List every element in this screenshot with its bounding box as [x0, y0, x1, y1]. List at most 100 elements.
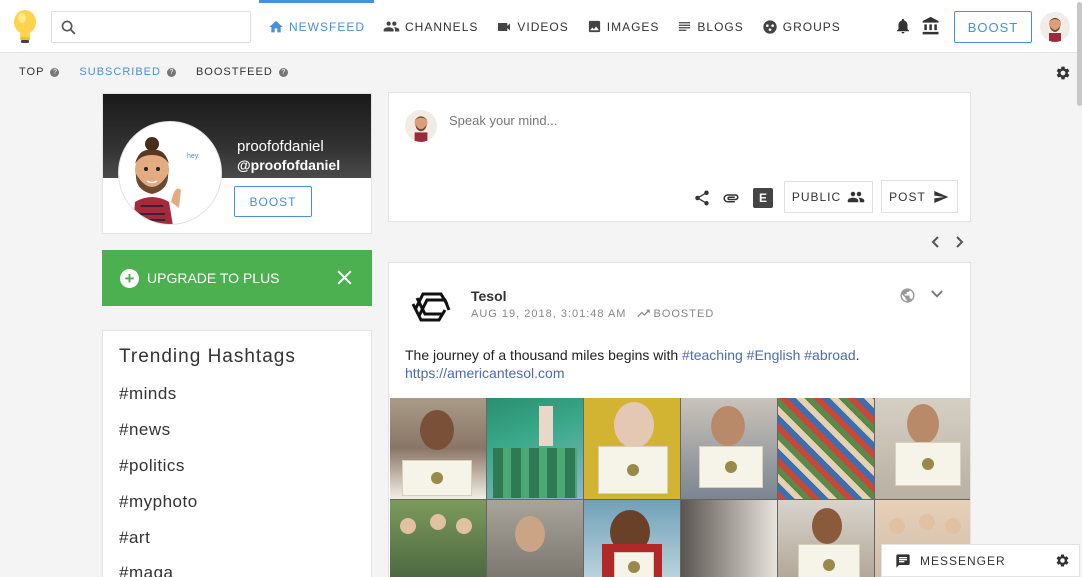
trending-hashtags-panel: Trending Hashtags #minds #news #politics… — [102, 330, 372, 577]
hashtag-item[interactable]: #myphoto — [119, 492, 198, 512]
gallery-photo[interactable] — [681, 500, 777, 577]
tab-subscribed[interactable]: SUBSCRIBED ? — [79, 66, 176, 78]
minds-logo-icon[interactable] — [10, 8, 40, 46]
messenger-label: MESSENGER — [920, 553, 1006, 568]
attachment-icon[interactable] — [721, 189, 741, 207]
search-input[interactable] — [86, 16, 246, 38]
gallery-photo[interactable] — [390, 500, 486, 577]
trending-up-icon — [637, 309, 651, 318]
tab-top[interactable]: TOP ? — [19, 66, 60, 78]
post-link[interactable]: https://americantesol.com — [405, 364, 955, 382]
nav-channels[interactable]: CHANNELS — [374, 0, 487, 53]
nav-videos[interactable]: VIDEOS — [487, 0, 577, 53]
send-icon — [934, 190, 949, 203]
help-icon[interactable]: ? — [278, 67, 288, 77]
avatar-caption: hey. — [187, 153, 200, 160]
nav-blogs-label: BLOGS — [697, 19, 744, 34]
post-label: POST — [889, 189, 926, 204]
gallery-photo[interactable] — [875, 398, 970, 499]
hashtag-item[interactable]: #politics — [119, 456, 185, 476]
post-body: The journey of a thousand miles begins w… — [405, 346, 955, 382]
chevron-down-icon[interactable] — [928, 285, 946, 303]
nav-videos-label: VIDEOS — [517, 19, 569, 34]
boost-button[interactable]: BOOST — [954, 11, 1032, 43]
visibility-public-button[interactable]: PUBLIC — [784, 181, 873, 213]
hashtag-item[interactable]: #minds — [119, 384, 177, 404]
nav-newsfeed[interactable]: NEWSFEED — [259, 0, 375, 53]
top-bar: NEWSFEED CHANNELS VIDEOS IMAGES BLOGS GR… — [0, 0, 1082, 53]
page-scrollbar[interactable] — [1077, 2, 1082, 106]
upgrade-to-plus-banner[interactable]: + UPGRADE TO PLUS — [102, 250, 372, 306]
chevron-left-icon[interactable] — [930, 235, 942, 249]
hashtag-item[interactable]: #news — [119, 420, 171, 440]
hashtag-item[interactable]: #art — [119, 528, 150, 548]
visibility-label: PUBLIC — [791, 190, 842, 204]
profile-boost-button[interactable]: BOOST — [234, 186, 312, 217]
video-icon — [498, 22, 511, 31]
profile-avatar-image-icon: hey. — [133, 137, 200, 224]
composer-avatar — [405, 110, 437, 142]
home-icon — [269, 20, 283, 32]
chat-icon — [896, 553, 910, 568]
gallery-photo[interactable] — [681, 398, 777, 499]
gallery-photo[interactable] — [487, 500, 583, 577]
tab-boostfeed[interactable]: BOOSTFEED ? — [196, 66, 288, 78]
globe-icon — [900, 288, 915, 303]
help-icon[interactable]: ? — [50, 67, 60, 77]
gallery-photo[interactable] — [584, 398, 680, 499]
user-avatar[interactable] — [1040, 12, 1070, 42]
search-box[interactable] — [51, 11, 251, 43]
nav-images-label: IMAGES — [606, 19, 660, 34]
messenger-bar[interactable]: MESSENGER — [881, 544, 1080, 577]
settings-gear-icon[interactable] — [1055, 65, 1071, 81]
share-icon[interactable] — [693, 189, 711, 207]
submit-post-button[interactable]: POST — [881, 180, 958, 213]
user-avatar-image-icon — [1049, 18, 1061, 42]
profile-handle[interactable]: @proofofdaniel — [237, 157, 340, 173]
people-icon — [383, 21, 400, 32]
nav-images[interactable]: IMAGES — [578, 0, 669, 53]
gallery-photo[interactable] — [584, 500, 680, 577]
gallery-photo[interactable] — [487, 398, 583, 499]
upgrade-label: UPGRADE TO PLUS — [147, 270, 280, 286]
boosted-label: BOOSTED — [653, 308, 715, 320]
wallet-bank-icon[interactable] — [921, 15, 941, 37]
hashtag-link[interactable]: #abroad — [804, 347, 855, 363]
profile-avatar[interactable]: hey. — [118, 121, 222, 225]
nav-channels-label: CHANNELS — [405, 19, 479, 34]
close-icon[interactable] — [335, 268, 354, 287]
nav-groups[interactable]: GROUPS — [753, 0, 850, 53]
feed-filter-tabs: TOP ? SUBSCRIBED ? BOOSTFEED ? — [19, 66, 308, 78]
groups-icon — [763, 19, 777, 34]
gallery-photo[interactable] — [390, 398, 486, 499]
hashtag-link[interactable]: #teaching — [682, 347, 743, 363]
people-icon — [847, 191, 865, 203]
notifications-bell-icon[interactable] — [894, 16, 912, 36]
gallery-photo[interactable] — [778, 398, 874, 499]
editor-badge-icon[interactable]: E — [753, 188, 773, 208]
plus-icon: + — [120, 268, 139, 288]
help-icon[interactable]: ? — [166, 67, 176, 77]
messenger-settings-gear-icon[interactable] — [1055, 553, 1070, 568]
trending-title: Trending Hashtags — [119, 346, 296, 367]
hashtag-item[interactable]: #maga — [119, 563, 173, 577]
nav-newsfeed-label: NEWSFEED — [289, 19, 366, 34]
post-text-end: . — [855, 347, 860, 363]
post-timestamp[interactable]: AUG 19, 2018, 3:01:48 AM — [471, 308, 626, 320]
nav-blogs[interactable]: BLOGS — [668, 0, 752, 53]
search-icon — [61, 20, 76, 35]
blog-icon — [679, 22, 691, 31]
gallery-photo[interactable] — [778, 500, 874, 577]
hashtag-link[interactable]: #English — [747, 347, 801, 363]
tab-subscribed-label: SUBSCRIBED — [79, 66, 161, 78]
chevron-right-icon[interactable] — [953, 235, 965, 249]
post-author[interactable]: Tesol — [471, 288, 507, 304]
profile-name[interactable]: proofofdaniel — [237, 138, 324, 155]
channel-logo-icon[interactable] — [405, 280, 456, 331]
composer-input[interactable] — [449, 113, 949, 173]
boosted-badge: BOOSTED — [636, 308, 714, 320]
profile-card: hey. proofofdaniel @proofofdaniel BOOST — [102, 93, 372, 234]
tab-boostfeed-label: BOOSTFEED — [195, 66, 273, 78]
image-icon — [588, 20, 600, 33]
post-meta: AUG 19, 2018, 3:01:48 AM BOOSTED — [471, 308, 714, 320]
